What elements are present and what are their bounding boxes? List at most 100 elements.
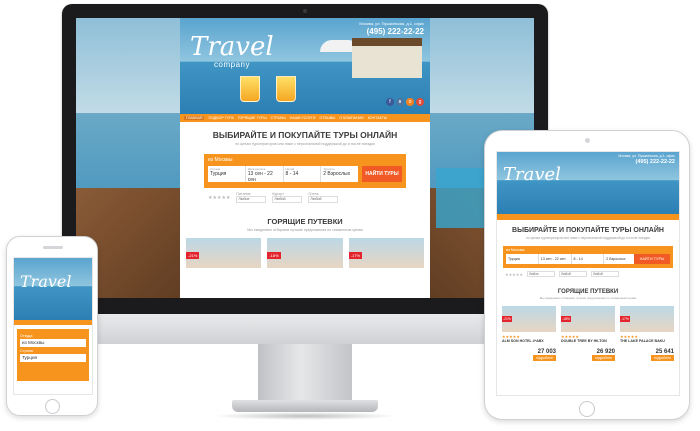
page-title: ВЫБИРАЙТЕ И ПОКУПАЙТЕ ТУРЫ ОНЛАЙН <box>512 227 664 234</box>
nav-item-contacts[interactable]: КОНТАКТЫ <box>368 116 387 120</box>
imac-bezel: Travel company Москва, ул. Пушкинская, д… <box>62 4 548 314</box>
tour-price: 25 641 <box>655 349 674 355</box>
ipad-device: Travel Москва, ул. Пушкинская, д.1, офис… <box>484 130 690 420</box>
imac-device: Travel company Москва, ул. Пушкинская, д… <box>62 4 548 424</box>
tourists-field[interactable]: 2 Взрослых <box>604 254 636 264</box>
details-button[interactable]: подробнее <box>533 355 556 361</box>
villa-shape <box>352 38 422 78</box>
search-filters: ★★★★★ Питание Любое Курорт Любой Отель Л… <box>208 192 402 203</box>
page-title: ВЫБИРАЙТЕ И ПОКУПАЙТЕ ТУРЫ ОНЛАЙН <box>212 130 398 140</box>
hotel-name[interactable]: THE LAKE PALACE BAKU <box>620 339 674 343</box>
website-page: Travel company Москва, ул. Пушкинская, д… <box>180 18 430 298</box>
hot-deals-title: ГОРЯЩИЕ ПУТЕВКИ <box>557 289 619 295</box>
field-value: 13 сен - 22 сен <box>247 171 273 183</box>
nav-item-hot-tours[interactable]: ГОРЯЩИЕ ТУРЫ <box>238 116 267 120</box>
nav-item-about[interactable]: О КОМПАНИИ <box>339 116 363 120</box>
site-logo[interactable]: Travel <box>20 272 71 291</box>
departure-city-select[interactable]: из Москвы <box>208 157 232 163</box>
home-button[interactable] <box>579 401 595 417</box>
tour-search-form: из Москвы Страна Турция Дата вылета 13 с… <box>204 154 406 188</box>
hero-banner: Travel company Москва, ул. Пушкинская, д… <box>180 18 430 114</box>
star-rating-filter[interactable]: ★★★★★ <box>505 272 523 277</box>
hotel-name[interactable]: ALM SON HOTEL 4*ABX <box>502 339 556 343</box>
imac-shadow <box>212 412 398 420</box>
nav-item-services[interactable]: НАШИ УСЛУГИ <box>290 116 316 120</box>
site-logo[interactable]: Travel <box>190 34 274 60</box>
star-rating-filter[interactable]: ★★★★★ <box>208 195 230 201</box>
hotel-select[interactable]: Любой <box>308 196 339 203</box>
meal-select[interactable]: Любое <box>236 196 267 203</box>
tour-price: 27 003 <box>537 349 556 355</box>
hot-deals-title: ГОРЯЩИЕ ПУТЕВКИ <box>267 217 343 226</box>
camera-icon <box>303 9 307 13</box>
departure-city-select[interactable]: из Москвы <box>506 248 525 252</box>
device-mockup-scene: Travel company Москва, ул. Пушкинская, д… <box>0 0 700 431</box>
hot-deal-card[interactable]: -17% <box>348 238 424 268</box>
discount-badge: -17% <box>620 316 630 322</box>
nav-item-reviews[interactable]: ОТЗЫВЫ <box>319 116 335 120</box>
main-navigation[interactable] <box>14 320 92 325</box>
iphone-device: Travel Откуда из Москвы Страна Турция <box>6 236 98 416</box>
hot-deals-list: -21% ★★★★★ ALM SON HOTEL 4*ABX 27 003 по… <box>502 306 674 361</box>
hot-deal-card[interactable]: -17% ★★★★★ THE LAKE PALACE BAKU 25 641 п… <box>620 306 674 361</box>
camera-icon <box>585 138 590 143</box>
meal-select[interactable]: Любое <box>526 271 555 277</box>
nights-field[interactable]: Ночей 8 - 14 <box>284 166 322 182</box>
iphone-screen: Travel Откуда из Москвы Страна Турция <box>13 257 93 395</box>
nav-item-countries[interactable]: СТРАНЫ <box>271 116 286 120</box>
discount-badge: -18% <box>267 252 281 259</box>
social-links: f в о g <box>386 98 424 106</box>
date-field[interactable]: Дата вылета 13 сен - 22 сен <box>246 166 284 183</box>
header-phone[interactable]: (495) 222-22-22 <box>367 27 424 36</box>
vk-icon[interactable]: в <box>396 98 404 106</box>
from-label: Откуда <box>20 334 33 338</box>
hot-deal-card[interactable]: -18% <box>267 238 343 268</box>
discount-badge: -18% <box>561 316 571 322</box>
find-tours-button[interactable]: НАЙТИ ТУРЫ <box>634 254 670 264</box>
cocktail-glass-image <box>240 76 260 102</box>
date-field[interactable]: 13 сен - 22 сен <box>539 254 572 264</box>
hot-deal-card[interactable]: -21% <box>186 238 262 268</box>
details-button[interactable]: подробнее <box>651 355 674 361</box>
site-logo-sub: company <box>214 60 250 69</box>
country-field[interactable]: Турция <box>506 254 539 264</box>
country-field[interactable]: Страна Турция <box>208 166 246 182</box>
country-input[interactable]: Турция <box>20 354 86 362</box>
field-value: 2 Взрослых <box>323 171 351 177</box>
imac-screen: Travel company Москва, ул. Пушкинская, д… <box>76 18 534 298</box>
hot-deal-card[interactable]: -21% ★★★★★ ALM SON HOTEL 4*ABX 27 003 по… <box>502 306 556 361</box>
field-value: 8 - 14 <box>285 171 299 177</box>
tourists-field[interactable]: Туристы 2 Взрослых <box>321 166 358 182</box>
tour-search-form: из Москвы Турция 13 сен - 22 сен 8 - 14 … <box>503 246 673 268</box>
page-subtitle: по ценам туроператоров или ниже с персон… <box>526 236 650 240</box>
hot-deals-list: -21% -18% -17% <box>186 238 424 268</box>
hotel-filter: Отель Любой <box>308 192 339 203</box>
nav-item-tour-selection[interactable]: ПОДБОР ТУРА <box>208 116 233 120</box>
from-input[interactable]: из Москвы <box>20 339 86 347</box>
site-logo[interactable]: Travel <box>503 164 561 185</box>
hotel-image: -17% <box>620 306 674 332</box>
details-button[interactable]: подробнее <box>592 355 615 361</box>
hot-deal-card[interactable]: -18% ★★★★★ DOUBLE TREE BY HILTON 26 920 … <box>561 306 615 361</box>
search-filters: ★★★★★ Любое Любой Любой <box>505 271 671 277</box>
resort-select[interactable]: Любой <box>272 196 303 203</box>
odnoklassniki-icon[interactable]: о <box>406 98 414 106</box>
home-button[interactable] <box>45 399 60 414</box>
discount-badge: -21% <box>502 316 512 322</box>
discount-badge: -21% <box>186 252 200 259</box>
header-phone[interactable]: (495) 222-22-22 <box>636 159 675 165</box>
imac-base <box>232 400 378 412</box>
facebook-icon[interactable]: f <box>386 98 394 106</box>
main-navigation[interactable] <box>497 214 679 220</box>
header-address: Москва, ул. Пушкинская, д.1, офис <box>618 154 675 158</box>
google-plus-icon[interactable]: g <box>416 98 424 106</box>
hotel-name[interactable]: DOUBLE TREE BY HILTON <box>561 339 615 343</box>
nights-field[interactable]: 8 - 14 <box>572 254 605 264</box>
resort-select[interactable]: Любой <box>558 271 587 277</box>
tour-search-form: Откуда из Москвы Страна Турция <box>17 329 89 381</box>
imac-chin <box>62 314 548 344</box>
nav-item-home[interactable]: ГЛАВНАЯ <box>184 116 205 120</box>
hotel-select[interactable]: Любой <box>590 271 619 277</box>
find-tours-button[interactable]: НАЙТИ ТУРЫ <box>362 166 402 182</box>
header-address: Москва, ул. Пушкинская, д.1, офис <box>359 21 424 26</box>
